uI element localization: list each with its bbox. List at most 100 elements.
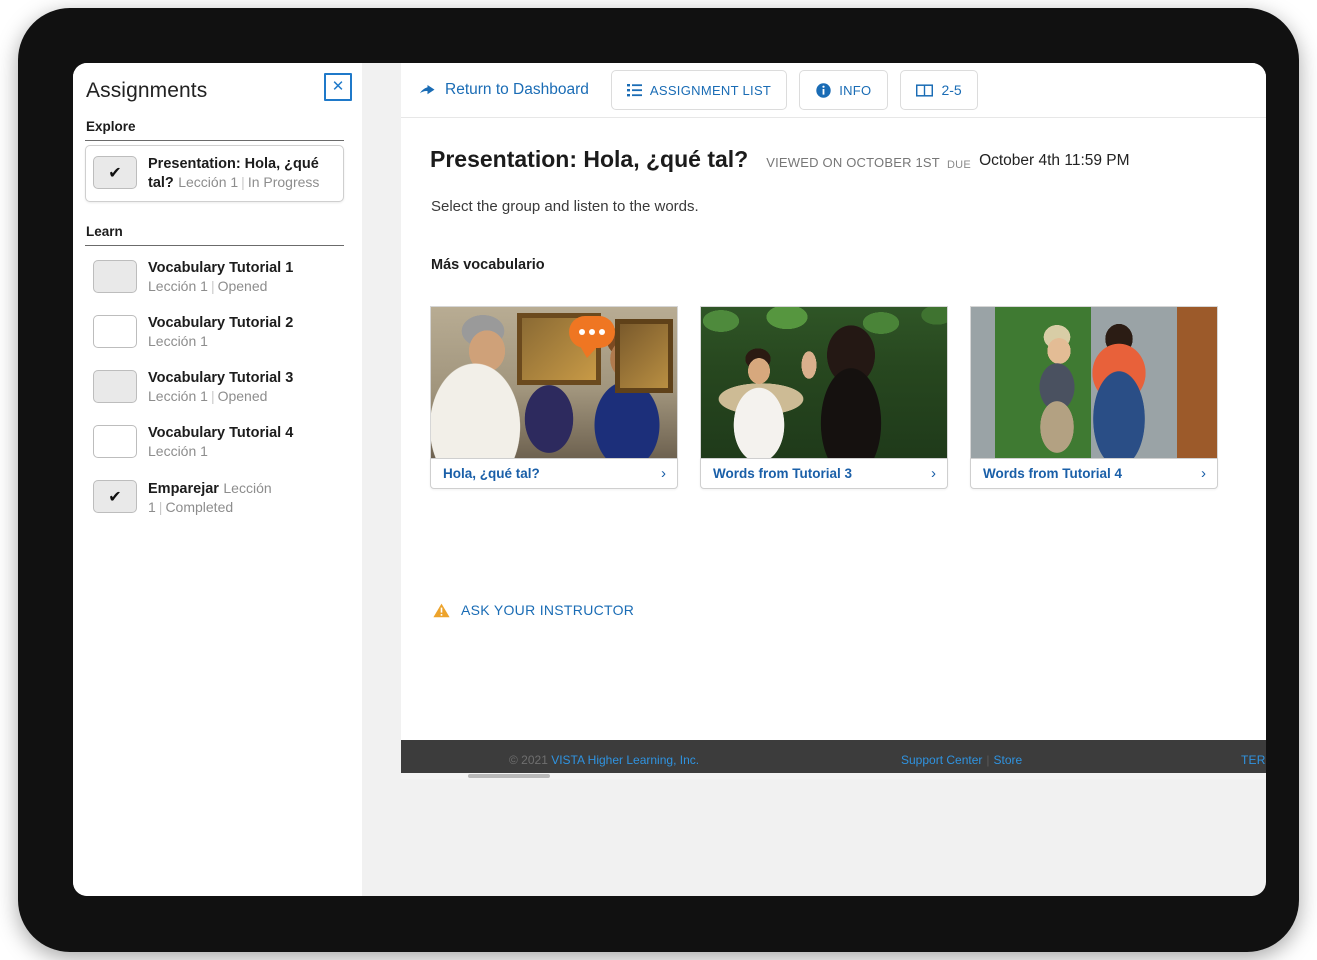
group-label-explore: Explore: [85, 115, 344, 141]
assignment-meta: Lección 1: [148, 333, 208, 349]
meta-separator: |: [210, 388, 215, 404]
status-label: Opened: [217, 388, 268, 404]
status-box-icon: [93, 260, 137, 293]
back-arrow-icon: [419, 83, 436, 97]
assignment-item-vocab-1[interactable]: Vocabulary Tutorial 1 Lección 1 | Opened: [85, 250, 344, 305]
assignment-title: Vocabulary Tutorial 1: [148, 260, 294, 276]
media-card-tutorial-3[interactable]: Words from Tutorial 3 ›: [700, 306, 948, 489]
ask-your-instructor-button[interactable]: ASK YOUR INSTRUCTOR: [433, 602, 634, 618]
card-caption[interactable]: Words from Tutorial 3 ›: [700, 458, 948, 489]
lesson-label: Lección 1: [178, 174, 239, 190]
assignment-list-explore: ✔ Presentation: Hola, ¿qué tal? Lección …: [85, 145, 344, 202]
assignment-text: Vocabulary Tutorial 2 Lección 1: [148, 314, 336, 351]
info-label: INFO: [839, 82, 872, 98]
card-caption[interactable]: Words from Tutorial 4 ›: [970, 458, 1218, 489]
assignment-title: Emparejar: [148, 481, 219, 497]
return-to-dashboard-button[interactable]: Return to Dashboard: [419, 81, 589, 99]
meta-separator: |: [158, 499, 163, 515]
status-box-icon: [93, 370, 137, 403]
footer-link-divider: |: [986, 752, 990, 767]
assignment-item-presentation[interactable]: ✔ Presentation: Hola, ¿qué tal? Lección …: [85, 145, 344, 202]
assignment-title: Vocabulary Tutorial 3: [148, 370, 294, 386]
due-group: DUE October 4th 11:59 PM: [947, 152, 1130, 171]
assignment-item-emparejar[interactable]: ✔ Emparejar Lección 1 | Completed: [85, 470, 344, 526]
due-value: October 4th 11:59 PM: [979, 152, 1130, 169]
activity-body: Presentation: Hola, ¿qué tal? VIEWED ON …: [401, 118, 1266, 740]
page-range-label: 2-5: [941, 82, 962, 98]
photo-three-people-greeting: [431, 307, 677, 458]
lesson-label: Lección 1: [148, 278, 208, 294]
activity-toolbar: Return to Dashboard ASSIGNMENT LIST INFO…: [401, 63, 1266, 118]
terms-link[interactable]: TERMS: [1241, 753, 1266, 767]
lesson-label: Lección 1: [148, 388, 208, 404]
copyright-text: © 2021 VISTA Higher Learning, Inc.: [509, 753, 699, 767]
assignment-list-button[interactable]: ASSIGNMENT LIST: [610, 70, 788, 110]
card-caption[interactable]: Hola, ¿qué tal? ›: [430, 458, 678, 489]
assignment-text: Emparejar Lección 1 | Completed: [148, 479, 336, 517]
status-box-icon: [93, 315, 137, 348]
brand-link[interactable]: VISTA Higher Learning, Inc.: [551, 753, 699, 767]
status-check-icon: ✔: [93, 480, 137, 513]
card-caption-label: Hola, ¿qué tal?: [443, 466, 540, 481]
photo-two-women-waving: [701, 307, 947, 458]
assignment-meta: Lección 1 | In Progress: [178, 174, 319, 190]
media-card-tutorial-4[interactable]: Words from Tutorial 4 ›: [970, 306, 1218, 489]
content-panel: Return to Dashboard ASSIGNMENT LIST INFO…: [401, 63, 1266, 779]
status-label: In Progress: [247, 174, 320, 190]
book-icon: [916, 83, 934, 97]
list-icon: [626, 83, 642, 97]
assignment-meta: Lección 1: [148, 443, 208, 459]
bubble-dot: [589, 329, 595, 335]
close-icon[interactable]: ✕: [324, 73, 352, 101]
assignments-panel-header: Assignments ✕: [85, 73, 352, 115]
page-title: Presentation: Hola, ¿qué tal?: [430, 146, 749, 172]
meta-separator: |: [210, 278, 215, 294]
instructions-text: Select the group and listen to the words…: [431, 198, 699, 215]
status-label: Opened: [217, 278, 268, 294]
assignments-panel: Assignments ✕ Explore ✔ Presentation: Ho…: [73, 63, 362, 896]
status-check-icon: ✔: [93, 156, 137, 189]
status-label: Completed: [165, 499, 234, 515]
card-caption-label: Words from Tutorial 4: [983, 466, 1123, 481]
card-caption-label: Words from Tutorial 3: [713, 466, 853, 481]
card-thumbnail: [970, 306, 1218, 458]
assignment-text: Vocabulary Tutorial 3 Lección 1 | Opened: [148, 369, 336, 406]
bubble-dot: [579, 329, 585, 335]
device-bezel: Assignments ✕ Explore ✔ Presentation: Ho…: [18, 8, 1299, 952]
chevron-right-icon: ›: [1201, 465, 1206, 482]
card-thumbnail: [700, 306, 948, 458]
speech-bubble-icon: [569, 316, 615, 358]
assignment-item-vocab-4[interactable]: Vocabulary Tutorial 4 Lección 1: [85, 415, 344, 470]
warning-triangle-icon: [433, 603, 450, 618]
meta-separator: |: [241, 174, 245, 190]
viewed-on-label: VIEWED ON OCTOBER 1ST: [766, 155, 940, 170]
store-link[interactable]: Store: [994, 753, 1023, 767]
bubble-dot: [599, 329, 605, 335]
assignment-item-vocab-2[interactable]: Vocabulary Tutorial 2 Lección 1: [85, 305, 344, 360]
card-thumbnail: [430, 306, 678, 458]
assignment-meta: Lección 1 | Opened: [148, 388, 267, 404]
lesson-label: Lección 1: [148, 443, 208, 459]
assignment-text: Vocabulary Tutorial 1 Lección 1 | Opened: [148, 259, 336, 296]
page-range-button[interactable]: 2-5: [900, 70, 978, 110]
assignment-item-vocab-3[interactable]: Vocabulary Tutorial 3 Lección 1 | Opened: [85, 360, 344, 415]
media-card-hola[interactable]: Hola, ¿qué tal? ›: [430, 306, 678, 489]
vocabulary-card-row: Hola, ¿qué tal? › Words from Tutorial 3 …: [430, 306, 1236, 489]
copyright-prefix: © 2021: [509, 752, 548, 767]
support-center-link[interactable]: Support Center: [901, 753, 982, 767]
lesson-label: Lección 1: [148, 333, 208, 349]
return-to-dashboard-label: Return to Dashboard: [445, 81, 589, 98]
horizontal-scrollbar-thumb[interactable]: [468, 774, 550, 778]
footer-links: Support Center | Store: [901, 753, 1022, 767]
status-box-icon: [93, 425, 137, 458]
activity-header: Presentation: Hola, ¿qué tal? VIEWED ON …: [430, 146, 1236, 173]
photo-couple-at-doorway: [971, 307, 1217, 458]
assignment-title: Vocabulary Tutorial 2: [148, 315, 294, 331]
info-button[interactable]: INFO: [799, 70, 889, 110]
ask-your-instructor-label: ASK YOUR INSTRUCTOR: [461, 602, 635, 618]
chevron-right-icon: ›: [661, 465, 666, 482]
panel-title: Assignments: [86, 79, 208, 102]
assignment-text: Presentation: Hola, ¿qué tal? Lección 1 |…: [148, 155, 335, 192]
tablet-screen: Assignments ✕ Explore ✔ Presentation: Ho…: [73, 63, 1266, 896]
section-heading: Más vocabulario: [431, 257, 545, 273]
